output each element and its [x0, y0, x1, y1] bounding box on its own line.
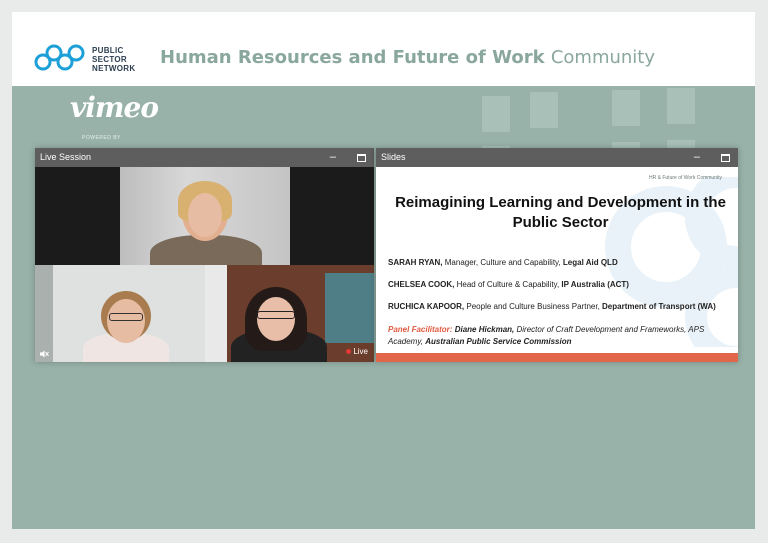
slides-title: Slides	[381, 152, 406, 162]
psn-logo-text: PUBLIC SECTOR NETWORK	[92, 46, 136, 73]
vimeo-logo[interactable]: vimeo	[70, 91, 159, 124]
live-session-panel: Live Session – Live	[35, 148, 374, 362]
video-player[interactable]: Live	[35, 167, 374, 362]
slides-titlebar: Slides –	[376, 148, 738, 167]
video-tile-speaker-2	[35, 265, 205, 362]
psn-logo-icon	[34, 44, 85, 71]
live-session-titlebar: Live Session –	[35, 148, 374, 167]
live-badge: Live	[346, 347, 368, 356]
maximize-icon[interactable]	[357, 154, 366, 162]
page-header: PUBLIC SECTOR NETWORK Human Resources an…	[12, 12, 755, 86]
muted-speaker-icon[interactable]	[39, 349, 49, 359]
video-tile-speaker-1	[120, 167, 290, 265]
live-session-title: Live Session	[40, 152, 92, 162]
slides-panel: Slides – HR & Future of Work Community R…	[376, 148, 738, 362]
speaker-line: SARAH RYAN, Manager, Culture and Capabil…	[388, 258, 618, 267]
speaker-line: CHELSEA COOK, Head of Culture & Capabili…	[388, 280, 629, 289]
speaker-line: RUCHICA KAPOOR, People and Culture Busin…	[388, 302, 716, 311]
minimize-icon[interactable]: –	[330, 148, 336, 167]
live-dot-icon	[346, 349, 352, 355]
slide-title: Reimagining Learning and Development in …	[395, 194, 726, 231]
vimeo-powered-by: POWERED BY	[82, 135, 121, 141]
slide-content: HR & Future of Work Community Reimaginin…	[376, 167, 738, 362]
slide-brand-label: HR & Future of Work Community	[649, 175, 722, 181]
maximize-icon[interactable]	[721, 154, 730, 162]
event-page: PUBLIC SECTOR NETWORK Human Resources an…	[12, 12, 755, 529]
minimize-icon[interactable]: –	[694, 148, 700, 167]
panel-facilitator: Panel Facilitator: Diane Hickman, Direct…	[388, 325, 705, 346]
slide-footer-band	[376, 353, 738, 362]
community-title: Human Resources and Future of Work Commu…	[160, 47, 656, 68]
